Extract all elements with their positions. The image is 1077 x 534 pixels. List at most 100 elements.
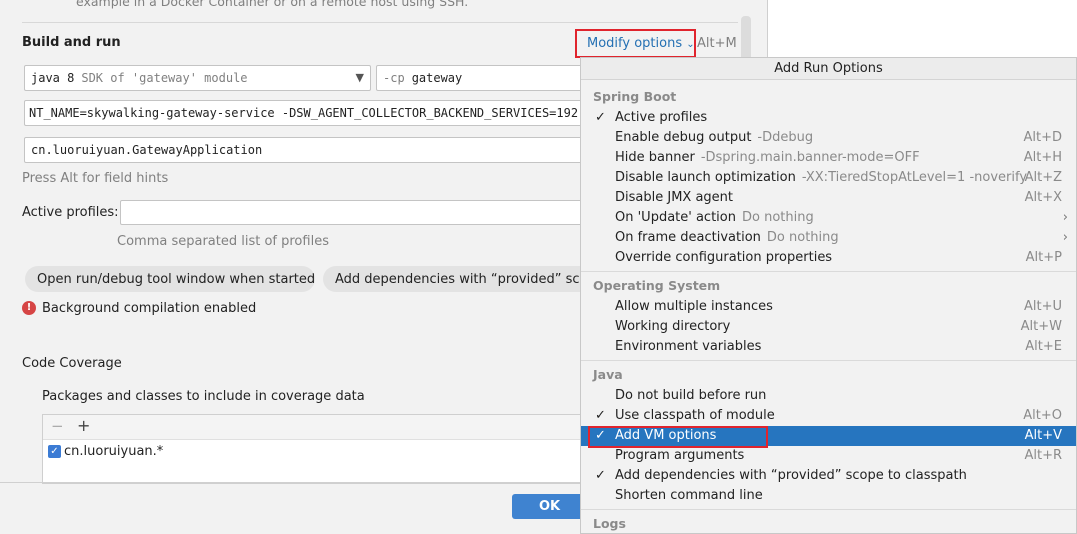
option-shortcut: Alt+H [1023,150,1062,165]
popup-title: Add Run Options [581,58,1076,80]
option-label: On 'Update' action [615,210,736,225]
jdk-name: java 8 [31,71,75,85]
checkmark-icon: ✓ [595,408,606,423]
option-disable-jmx-agent[interactable]: Disable JMX agent Alt+X [581,188,1076,208]
checkmark-icon: ✓ [595,468,606,483]
option-label: Use classpath of module [615,408,775,423]
option-shortcut: Alt+P [1025,250,1062,265]
option-add-vm-options[interactable]: ✓ Add VM options Alt+V [581,426,1076,448]
option-shortcut: Alt+E [1025,339,1062,354]
option-hint: -XX:TieredStopAtLevel=1 -noverify [801,170,1028,185]
checkmark-icon: ✓ [595,110,606,125]
active-profiles-label: Active profiles: [22,205,119,220]
add-run-options-popup: Add Run Options Spring Boot ✓ Active prof… [580,57,1077,534]
coverage-list: − + ✓ cn.luoruiyuan.* [42,414,587,484]
profiles-hint-text: Comma separated list of profiles [117,234,329,249]
field-hint-text: Press Alt for field hints [22,171,169,186]
section-spring-boot: Spring Boot [593,89,677,104]
section-logs: Logs [593,516,626,531]
chip-label: Add dependencies with “provided” scope [335,271,588,287]
option-allow-multiple-instances[interactable]: Allow multiple instances Alt+U [581,297,1076,317]
dropdown-arrow-icon: ▼ [355,71,364,84]
option-label: Override configuration properties [615,250,833,265]
option-disable-launch-optimization[interactable]: Disable launch optimization -XX:TieredSto… [581,168,1076,188]
cp-prefix: -cp [383,71,405,85]
chip-open-tool-window[interactable]: Open run/debug tool window when started … [25,266,315,292]
vm-options-field[interactable]: NT_NAME=skywalking-gateway-service -DSW_… [24,100,586,126]
section-separator [581,360,1076,361]
modify-options-highlight [575,29,696,58]
error-icon: ! [22,301,36,315]
chip-add-dependencies[interactable]: Add dependencies with “provided” scope [323,266,588,292]
plus-icon[interactable]: + [77,416,90,435]
checkbox-checked-icon[interactable]: ✓ [48,445,61,458]
option-do-not-build[interactable]: Do not build before run [581,386,1076,406]
minus-icon[interactable]: − [51,417,64,435]
classpath-select[interactable]: -cp gateway [376,65,586,91]
jdk-select[interactable]: java 8 SDK of 'gateway' module ▼ [24,65,371,91]
chip-label: Open run/debug tool window when started [37,271,315,287]
ok-button[interactable]: OK [512,494,587,519]
coverage-packages-label: Packages and classes to include in cover… [42,389,365,404]
option-shortcut: Alt+W [1020,319,1062,334]
build-run-title: Build and run [22,35,121,50]
option-hint: -Dspring.main.banner-mode=OFF [700,150,920,165]
option-label: Program arguments [615,448,745,463]
jdk-hint: SDK of 'gateway' module [81,71,248,85]
option-program-arguments[interactable]: Program arguments Alt+R [581,446,1076,466]
option-shortcut: Alt+R [1024,448,1062,463]
option-on-update-action[interactable]: On 'Update' action Do nothing › [581,208,1076,228]
section-operating-system: Operating System [593,278,721,293]
code-coverage-title: Code Coverage [22,356,122,371]
option-use-classpath-of-module[interactable]: ✓ Use classpath of module Alt+O [581,406,1076,426]
cp-module: gateway [411,71,463,85]
option-shortcut: Alt+O [1023,408,1062,423]
option-shortcut: Alt+U [1023,299,1062,314]
option-shortcut: Alt+V [1024,428,1062,443]
description-text: example in a Docker Container or on a re… [76,0,469,9]
option-label: Allow multiple instances [615,299,773,314]
chevron-right-icon: › [1062,230,1068,245]
main-class-field[interactable]: cn.luoruiyuan.GatewayApplication [24,137,586,163]
option-label: On frame deactivation [615,230,761,245]
option-label: Disable JMX agent [615,190,733,205]
chevron-right-icon: › [1062,210,1068,225]
option-hint: Do nothing [741,210,814,225]
option-label: Enable debug output [615,130,752,145]
option-shortcut: Alt+D [1023,130,1062,145]
add-vm-options-highlight [588,426,768,448]
option-on-frame-deactivation[interactable]: On frame deactivation Do nothing › [581,228,1076,248]
option-active-profiles[interactable]: ✓ Active profiles [581,108,1076,128]
option-shorten-command-line[interactable]: Shorten command line [581,486,1076,506]
java-list: Do not build before run ✓ Use classpath o… [581,386,1076,506]
option-hide-banner[interactable]: Hide banner -Dspring.main.banner-mode=OFF… [581,148,1076,168]
option-label: Hide banner [615,150,695,165]
spring-boot-list: ✓ Active profiles Enable debug output -Dde… [581,108,1076,268]
option-add-provided-dependencies[interactable]: ✓ Add dependencies with “provided” scope … [581,466,1076,486]
divider [22,22,738,23]
active-profiles-input[interactable] [120,200,586,225]
option-hint: -Ddebug [757,130,814,145]
option-label: Environment variables [615,339,762,354]
option-shortcut: Alt+X [1024,190,1062,205]
option-label: Add dependencies with “provided” scope t… [615,468,967,483]
option-label: Active profiles [615,110,708,125]
option-shortcut: Alt+Z [1024,170,1062,185]
option-label: Do not build before run [615,388,767,403]
option-label: Working directory [615,319,731,334]
option-override-config-properties[interactable]: Override configuration properties Alt+P [581,248,1076,268]
coverage-toolbar [43,415,586,440]
bg-compile-text: Background compilation enabled [42,301,257,316]
option-working-directory[interactable]: Working directory Alt+W [581,317,1076,337]
section-separator [581,509,1076,510]
option-label: Disable launch optimization [615,170,796,185]
option-environment-variables[interactable]: Environment variables Alt+E [581,337,1076,357]
coverage-item: cn.luoruiyuan.* [64,444,164,459]
modify-options-shortcut: Alt+M [697,36,737,51]
section-java: Java [593,367,623,382]
os-list: Allow multiple instances Alt+U Working di… [581,297,1076,357]
section-separator [581,271,1076,272]
option-label: Shorten command line [615,488,763,503]
option-enable-debug-output[interactable]: Enable debug output -Ddebug Alt+D [581,128,1076,148]
option-hint: Do nothing [766,230,839,245]
